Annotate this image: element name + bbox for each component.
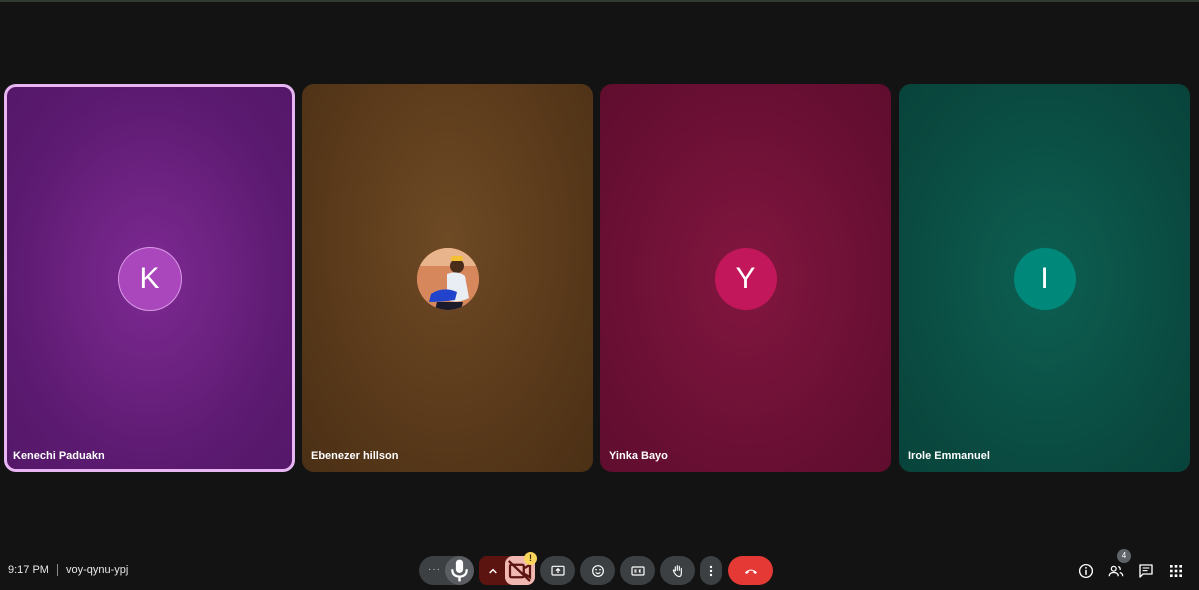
emoji-icon <box>591 564 604 577</box>
participant-name: Irole Emmanuel <box>908 450 990 462</box>
camera-warning-badge: ! <box>524 552 537 565</box>
more-horiz-icon: ··· <box>428 564 441 575</box>
raise-hand-icon <box>672 564 682 577</box>
captions-button[interactable] <box>620 556 655 585</box>
mic-icon <box>451 559 468 582</box>
call-end-icon <box>744 569 757 574</box>
reactions-button[interactable] <box>580 556 615 585</box>
participant-name: Yinka Bayo <box>609 450 668 462</box>
avatar: I <box>1013 248 1076 310</box>
meeting-details-button[interactable] <box>1076 561 1096 581</box>
participant-name: Ebenezer hillson <box>311 450 399 462</box>
chat-button[interactable] <box>1136 561 1156 581</box>
info-icon <box>1078 563 1094 579</box>
meeting-info: 9:17 PM voy-qynu-ypj <box>8 564 128 576</box>
top-divider <box>0 0 1199 2</box>
participant-tile-yinka[interactable]: Y Yinka Bayo <box>600 84 891 472</box>
more-options-button[interactable] <box>700 556 722 585</box>
meeting-code: voy-qynu-ypj <box>65 564 129 576</box>
avatar: K <box>118 248 181 310</box>
mic-button[interactable] <box>445 556 474 585</box>
divider <box>56 564 58 576</box>
chevron-up-icon <box>489 568 497 574</box>
people-count-badge: 4 <box>1117 549 1131 563</box>
more-vert-icon <box>709 565 713 576</box>
present-button[interactable] <box>540 556 575 585</box>
people-button[interactable] <box>1106 561 1126 581</box>
raise-hand-button[interactable] <box>660 556 695 585</box>
activities-button[interactable] <box>1166 561 1186 581</box>
participant-tile-irole[interactable]: I Irole Emmanuel <box>899 84 1190 472</box>
chat-icon <box>1139 564 1153 578</box>
apps-grid-icon <box>1170 565 1182 577</box>
present-screen-icon <box>550 565 565 576</box>
leave-call-button[interactable] <box>728 556 773 585</box>
participant-name: Kenechi Paduakn <box>13 450 105 462</box>
people-icon <box>1108 565 1124 577</box>
participant-tile-ebenezer[interactable]: Ebenezer hillson <box>302 84 593 472</box>
avatar: Y <box>714 248 777 310</box>
meeting-time: 9:17 PM <box>8 564 49 576</box>
avatar-photo <box>416 248 479 310</box>
participant-tile-kenechi[interactable]: K Kenechi Paduakn <box>4 84 295 472</box>
closed-captions-icon <box>630 565 645 576</box>
person-photo-icon <box>416 248 479 310</box>
